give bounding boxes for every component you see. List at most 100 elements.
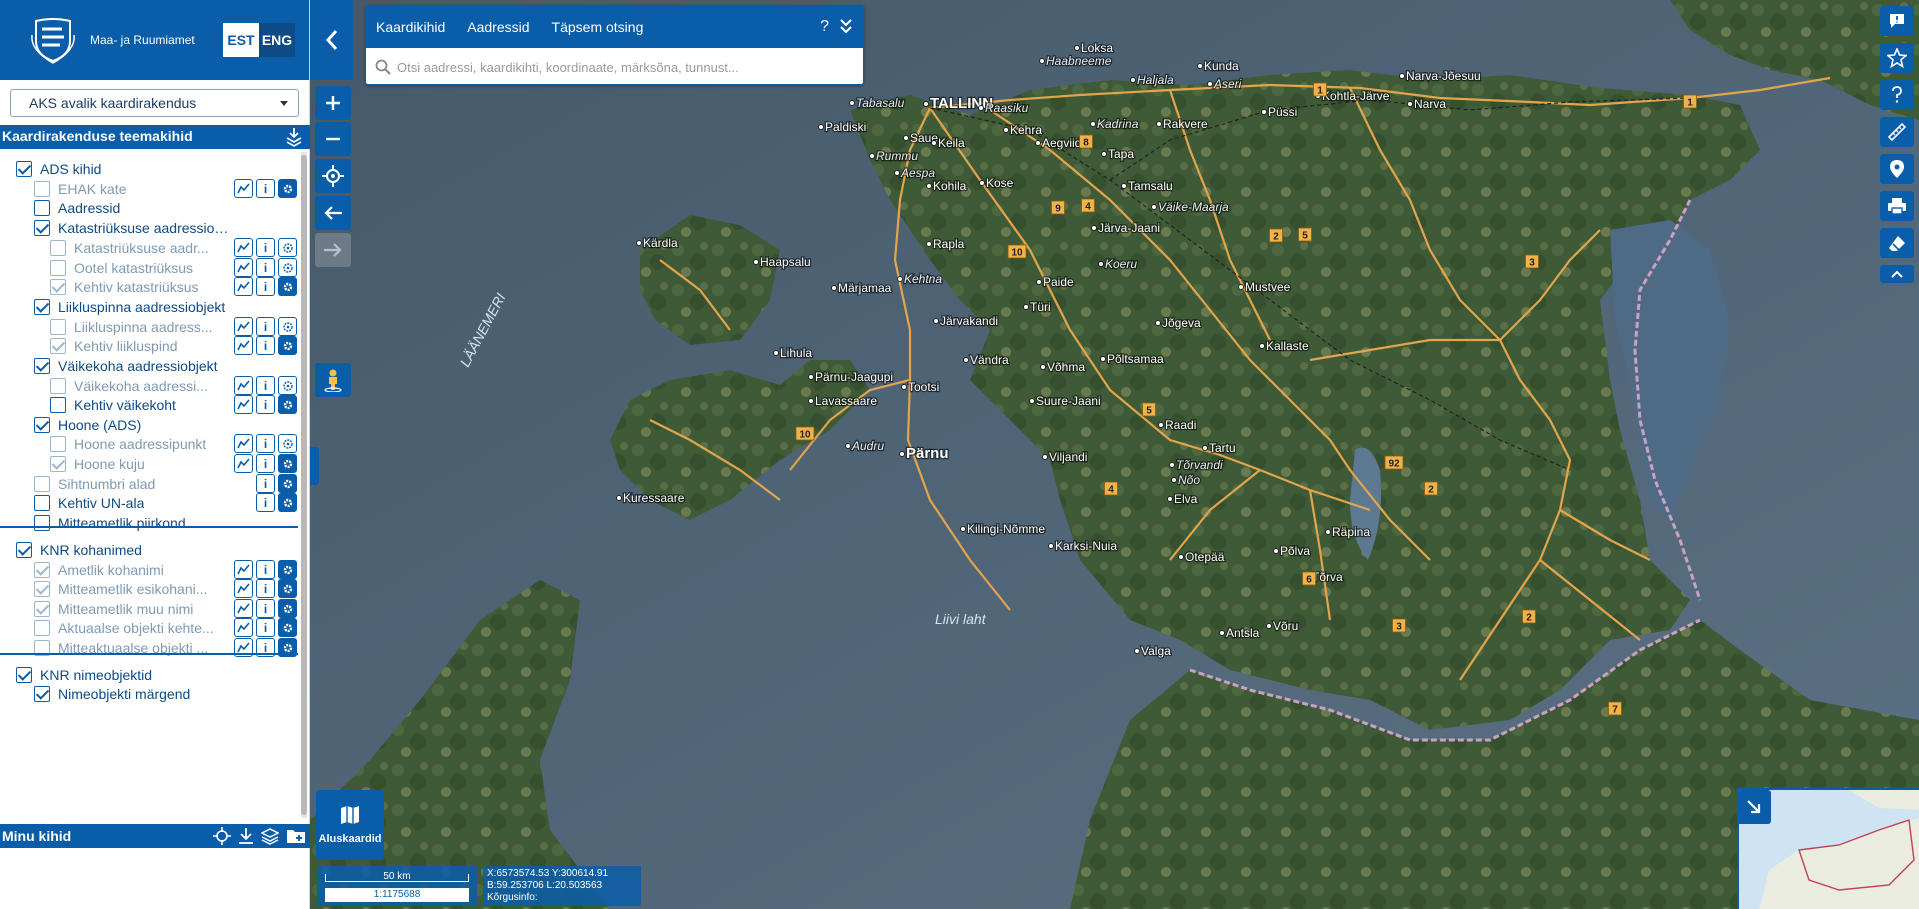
layer-checkbox[interactable] [34,562,50,578]
help-button[interactable] [1880,80,1914,110]
add-folder-icon[interactable] [286,827,306,845]
tab-map-layers[interactable]: Kaardikihid [376,19,445,35]
layer-checkbox[interactable] [34,620,50,636]
layer-row[interactable]: Hoone kuju [50,454,230,474]
language-est-button[interactable]: EST [223,23,259,57]
layer-style-button[interactable] [234,599,253,618]
layer-checkbox[interactable] [34,581,50,597]
layer-style-button[interactable] [234,238,253,257]
layer-info-button[interactable]: i [256,376,275,395]
layer-checkbox[interactable] [16,667,32,683]
layer-settings-button[interactable] [278,474,297,493]
layer-checkbox[interactable] [50,279,66,295]
layer-row[interactable]: Mitteametlik esikohani... [34,579,230,599]
layer-row[interactable]: Liikluspinna aadressiobjekt [34,297,230,317]
layer-settings-button[interactable] [278,179,297,198]
layer-row[interactable]: Mitteametlik piirkond [34,513,230,533]
layer-checkbox[interactable] [50,338,66,354]
layer-row[interactable]: Väikekoha aadressi... [50,376,230,396]
layer-row[interactable]: Hoone aadressipunkt [50,434,230,454]
layer-style-button[interactable] [234,179,253,198]
layer-row[interactable]: Kehtiv UN-ala [34,493,230,513]
layer-row[interactable]: Aadressid [34,198,230,218]
layer-checkbox[interactable] [34,358,50,374]
locate-icon[interactable] [213,827,231,845]
layer-row[interactable]: Väikekoha aadressiobjekt [34,356,230,376]
layer-row[interactable]: Hoone (ADS) [34,415,230,435]
layer-checkbox[interactable] [34,686,50,702]
layer-style-button[interactable] [234,317,253,336]
layer-row[interactable]: Sihtnumbri alad [34,474,230,494]
layer-checkbox[interactable] [50,319,66,335]
zoom-out-button[interactable] [315,122,351,156]
layer-style-button[interactable] [234,434,253,453]
layer-style-button[interactable] [234,560,253,579]
layer-checkbox[interactable] [34,515,50,531]
layer-checkbox[interactable] [50,397,66,413]
layer-checkbox[interactable] [34,200,50,216]
next-view-button[interactable] [315,233,351,267]
layer-checkbox[interactable] [50,456,66,472]
layer-info-button[interactable]: i [256,258,275,277]
layer-info-button[interactable]: i [256,618,275,637]
layer-settings-button[interactable] [278,238,297,257]
layer-info-button[interactable]: i [256,493,275,512]
language-eng-button[interactable]: ENG [259,23,295,57]
double-chevron-down-icon[interactable] [839,18,853,34]
collapse-toolbar-button[interactable] [1880,265,1914,283]
layer-style-button[interactable] [234,618,253,637]
layer-checkbox[interactable] [34,220,50,236]
layer-settings-button[interactable] [278,317,297,336]
satellite-map[interactable] [310,0,1919,909]
layer-style-button[interactable] [234,395,253,414]
layer-row[interactable]: EHAK kate [34,179,230,199]
layer-settings-button[interactable] [278,493,297,512]
layer-row[interactable]: Mitteaktuaalse objekti ... [34,638,230,658]
layer-info-button[interactable]: i [256,395,275,414]
zoom-in-button[interactable] [315,86,351,120]
layer-row[interactable]: Liikluspinna aadress... [50,317,230,337]
previous-view-button[interactable] [315,196,351,230]
layer-info-button[interactable]: i [256,336,275,355]
place-marker-button[interactable] [1880,154,1914,184]
my-location-button[interactable] [315,159,351,193]
layer-row[interactable]: Kehtiv katastriüksus [50,277,230,297]
layer-settings-button[interactable] [278,579,297,598]
layer-checkbox[interactable] [50,436,66,452]
layer-row[interactable]: Katastriüksuse aadr... [50,238,230,258]
map-canvas[interactable]: TALLINN Loksa Kunda Haabneeme Haljala Aseri Ko… [310,0,1919,909]
layer-info-button[interactable]: i [256,454,275,473]
layer-settings-button[interactable] [278,434,297,453]
layer-row[interactable]: KNR nimeobjektid [16,665,230,685]
search-help-button[interactable]: ? [820,18,829,36]
layers-icon[interactable] [261,827,279,845]
layer-row[interactable]: KNR kohanimed [16,540,230,560]
layer-checkbox[interactable] [16,161,32,177]
search-input[interactable] [397,59,837,75]
panel-resize-handle[interactable] [310,447,319,485]
layer-info-button[interactable]: i [256,579,275,598]
layer-info-button[interactable]: i [256,434,275,453]
layer-row[interactable]: ADS kihid [16,159,230,179]
tab-addresses[interactable]: Aadressid [467,19,529,35]
layer-settings-button[interactable] [278,258,297,277]
measure-button[interactable] [1880,117,1914,147]
layer-settings-button[interactable] [278,376,297,395]
layer-row[interactable]: Katastriüksuse aadressiobjekt [34,218,230,238]
layer-checkbox[interactable] [34,417,50,433]
layer-row[interactable]: Aktuaalse objekti kehte... [34,618,230,638]
layer-info-button[interactable]: i [256,277,275,296]
layer-row[interactable]: Ametlik kohanimi [34,560,230,580]
layer-settings-button[interactable] [278,395,297,414]
layers-download-icon[interactable] [284,126,304,151]
layer-info-button[interactable]: i [256,599,275,618]
layer-info-button[interactable]: i [256,317,275,336]
layer-tree-scrollbar-thumb[interactable] [301,155,307,815]
layer-row[interactable]: Ootel katastriüksus [50,258,230,278]
layer-info-button[interactable]: i [256,560,275,579]
layer-row[interactable]: Kehtiv väikekoht [50,395,230,415]
layer-checkbox[interactable] [50,240,66,256]
layer-info-button[interactable]: i [256,179,275,198]
feedback-button[interactable] [1880,6,1914,36]
layer-checkbox[interactable] [50,378,66,394]
